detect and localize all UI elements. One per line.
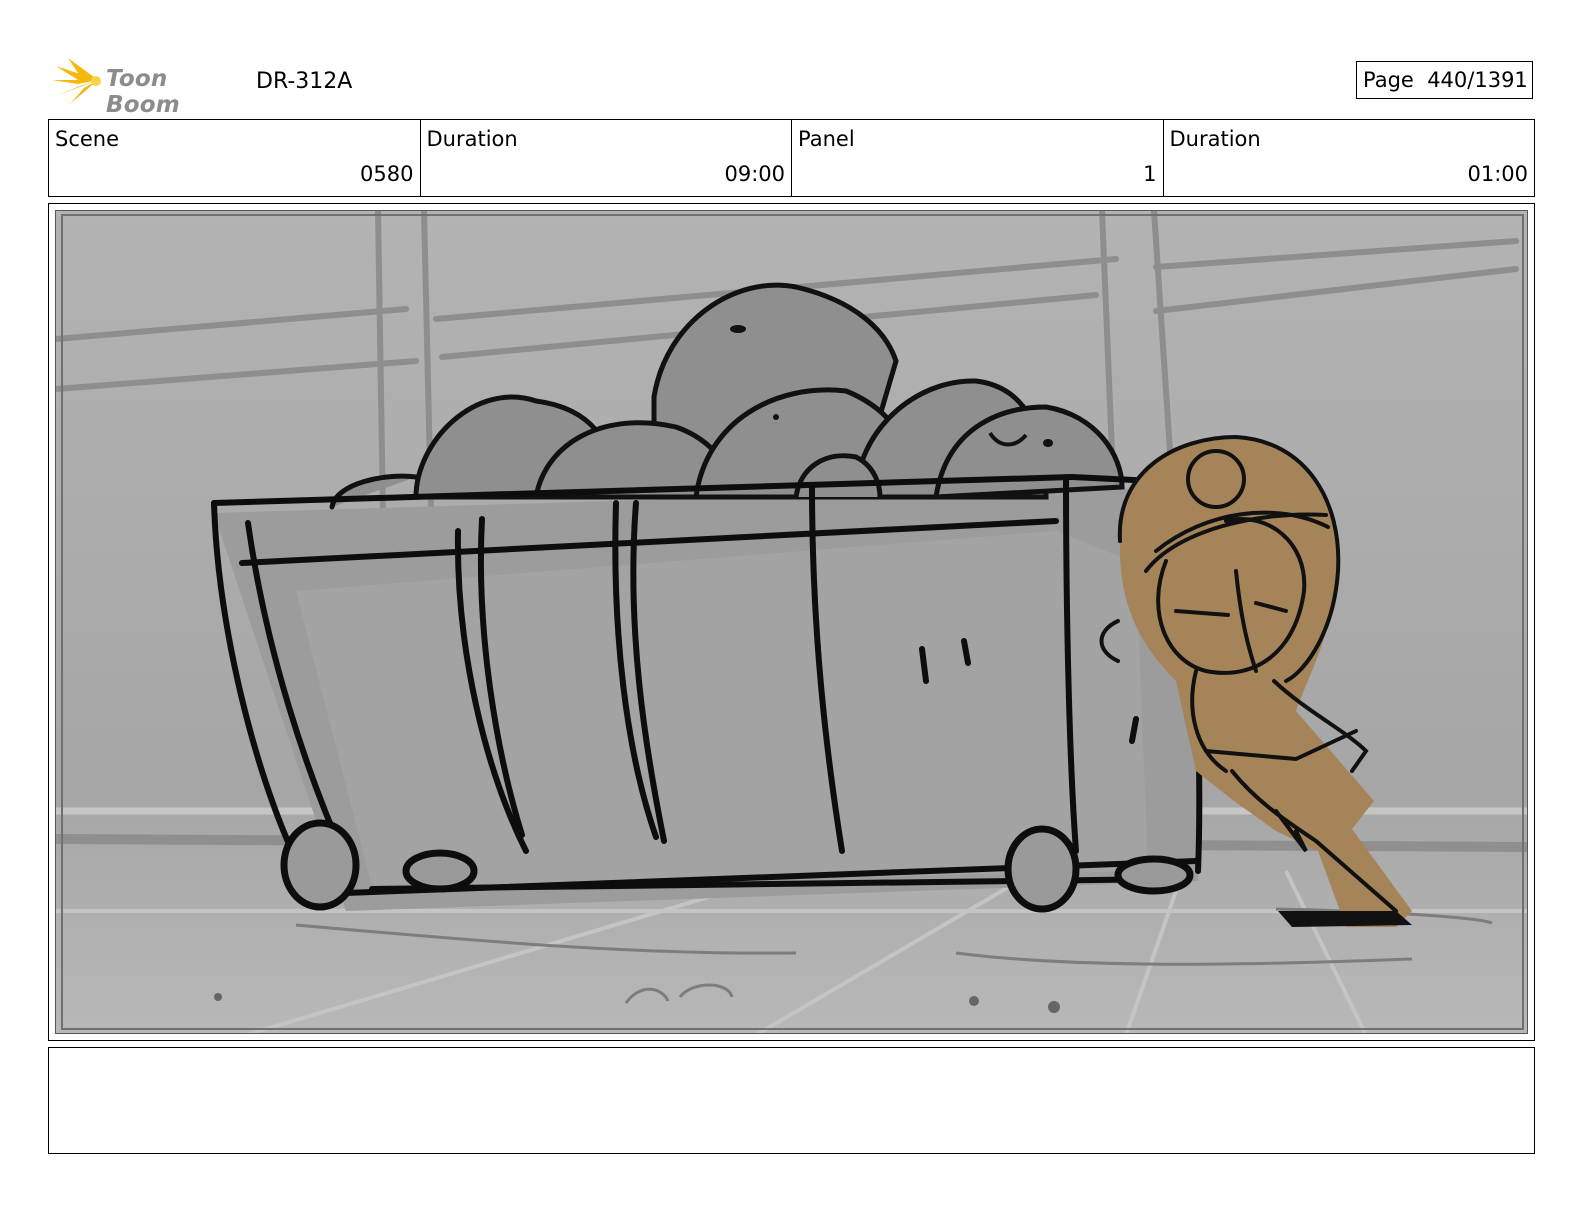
- project-code: DR-312A: [256, 69, 353, 94]
- page-indicator: Page 440/1391: [1356, 61, 1533, 99]
- toon-boom-logo: Toon Boom: [50, 56, 240, 118]
- logo-text: Toon Boom: [106, 66, 180, 118]
- panel-duration-cell: Duration 01:00: [1164, 120, 1535, 196]
- scene-duration-cell: Duration 09:00: [421, 120, 792, 196]
- panel-duration-value: 01:00: [1467, 162, 1528, 186]
- scene-info-table: Scene 0580 Duration 09:00 Panel 1 Durati…: [48, 119, 1535, 197]
- scene-cell: Scene 0580: [49, 120, 421, 196]
- panel-value: 1: [1143, 162, 1157, 186]
- panel-drawing: [55, 210, 1528, 1034]
- scene-duration-label: Duration: [426, 127, 518, 151]
- panel-duration-label: Duration: [1169, 127, 1261, 151]
- storyboard-panel: [48, 203, 1535, 1041]
- panel-cell: Panel 1: [792, 120, 1164, 196]
- panel-label: Panel: [798, 127, 855, 151]
- scene-value: 0580: [360, 162, 414, 186]
- storyboard-sketch: [56, 211, 1527, 1033]
- starburst-icon: [52, 58, 101, 104]
- scene-label: Scene: [55, 127, 120, 151]
- panel-notes-box: [48, 1047, 1535, 1154]
- scene-duration-value: 09:00: [724, 162, 785, 186]
